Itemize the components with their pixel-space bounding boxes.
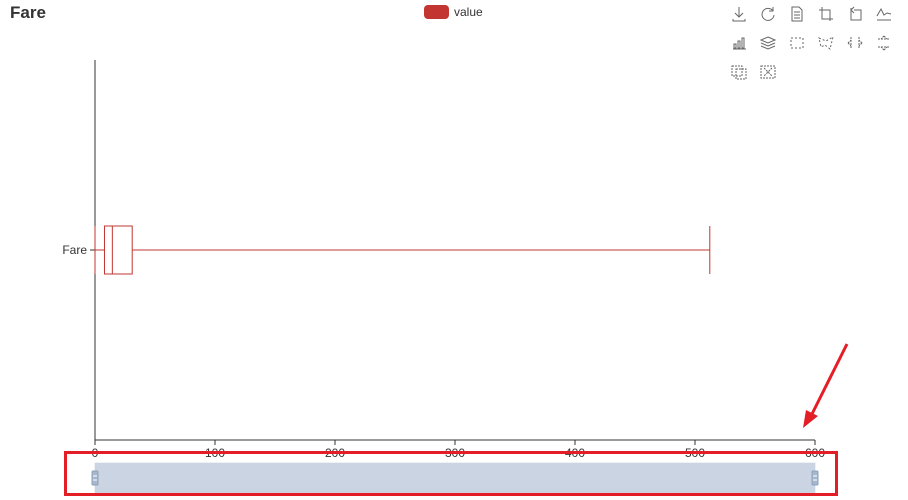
annotation-highlight-box — [64, 451, 838, 496]
boxplot-chart: 0 100 200 300 400 500 600Fare — [62, 60, 825, 494]
y-category-label: Fare — [62, 243, 87, 257]
box-iqr — [103, 225, 133, 275]
